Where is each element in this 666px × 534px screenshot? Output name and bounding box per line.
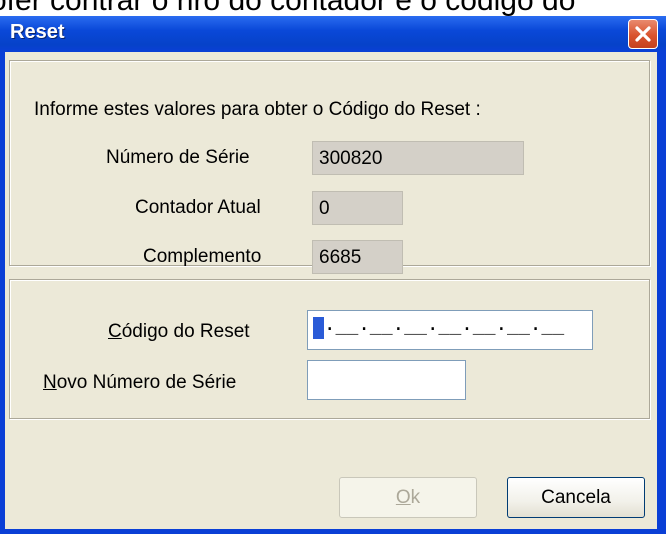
dialog-body: Informe estes valores para obter o Códig… [5,52,657,529]
current-counter-label: Contador Atual [135,197,261,218]
reset-code-label-text: ódigo do Reset [121,321,250,342]
new-serial-accelerator: N [43,372,57,393]
dialog-title: Reset [10,21,65,43]
cancel-button[interactable]: Cancela [507,477,645,518]
new-serial-label: Novo Número de Série [43,372,236,394]
reset-code-mask: .__.__.__.__.__.__.__ [324,313,565,335]
ok-button[interactable]: Ok [339,477,477,518]
current-counter-field: 0 [312,191,403,225]
reset-dialog: Reset Informe estes valores para obter o… [0,16,666,534]
reset-code-input[interactable]: .__.__.__.__.__.__.__ [307,310,593,350]
input-group: Código do Reset .__.__.__.__.__.__.__ No… [9,279,650,419]
window-border-right [657,52,666,529]
close-icon [635,26,651,42]
text-caret [313,317,324,339]
complement-field: 6685 [312,240,403,274]
title-bar[interactable]: Reset [0,16,666,52]
serial-number-label: Número de Série [106,147,250,168]
reset-code-accelerator: C [108,321,122,342]
instruction-text: Informe estes valores para obter o Códig… [34,99,481,120]
close-button[interactable] [628,19,658,49]
info-group: Informe estes valores para obter o Códig… [9,60,650,274]
reset-code-label: Código do Reset [108,321,250,343]
new-serial-label-text: ovo Número de Série [56,372,237,393]
ok-accelerator: O [395,486,411,508]
serial-number-field: 300820 [312,141,524,175]
ok-label: k [410,486,421,508]
new-serial-input[interactable] [307,360,466,400]
complement-label: Complemento [143,246,262,267]
